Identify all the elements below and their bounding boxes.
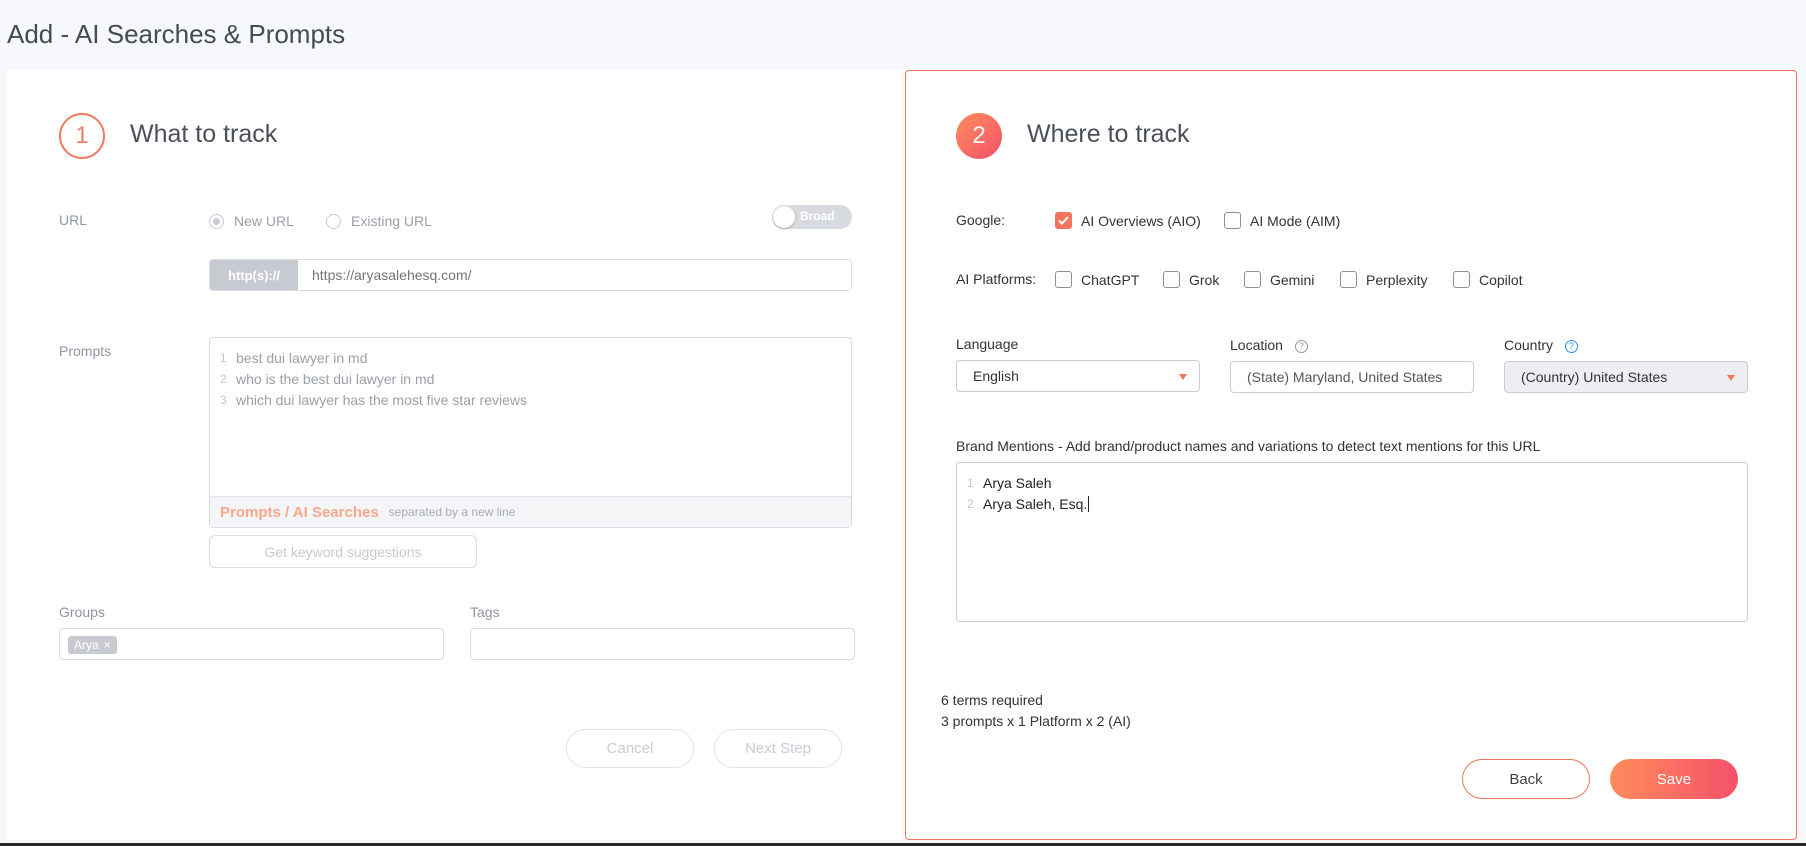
location-label: Location — [1230, 337, 1283, 353]
prompt-text: best dui lawyer in md — [236, 350, 368, 366]
help-icon[interactable]: ? — [1564, 339, 1578, 353]
check-icon — [1058, 216, 1069, 225]
editor-line: 3 which dui lawyer has the most five sta… — [220, 390, 841, 411]
checkbox-label: ChatGPT — [1081, 271, 1140, 288]
editor-line: 1 Arya Saleh — [967, 473, 1737, 494]
checkbox-box — [1340, 271, 1357, 288]
language-label: Language — [956, 336, 1019, 352]
next-step-button[interactable]: Next Step — [714, 729, 842, 768]
prompts-editor[interactable]: 1 best dui lawyer in md 2 who is the bes… — [209, 337, 852, 528]
caret-down-icon — [1727, 375, 1735, 381]
brand-mentions-label: Brand Mentions - Add brand/product names… — [956, 438, 1541, 454]
editor-line: 2 who is the best dui lawyer in md — [220, 369, 841, 390]
prompts-label: Prompts — [59, 343, 112, 359]
checkbox-ai-mode[interactable]: AI Mode (AIM) — [1224, 212, 1340, 229]
checkbox-label: Grok — [1189, 271, 1220, 288]
toggle-knob — [773, 206, 795, 228]
step-2-title: Where to track — [1027, 120, 1190, 148]
prompt-text: which dui lawyer has the most five star … — [236, 392, 527, 408]
checkbox-label: Gemini — [1270, 271, 1315, 288]
country-label: Country — [1504, 337, 1554, 353]
url-input[interactable] — [298, 260, 851, 290]
editor-line: 1 best dui lawyer in md — [220, 348, 841, 369]
radio-dot — [209, 213, 224, 229]
line-number: 3 — [220, 393, 227, 407]
line-number: 1 — [967, 476, 974, 490]
checkbox-label: AI Overviews (AIO) — [1081, 212, 1201, 229]
group-chip: Arya × — [68, 636, 117, 654]
checkbox-box — [1055, 212, 1072, 229]
language-value: English — [973, 368, 1019, 384]
country-value: (Country) United States — [1521, 369, 1668, 385]
radio-new-url-label: New URL — [234, 213, 294, 229]
prompts-editor-footer: Prompts / AI Searches separated by a new… — [210, 496, 851, 527]
country-label-wrap: Country ? — [1504, 337, 1578, 353]
step-1-title: What to track — [130, 120, 278, 148]
help-icon[interactable]: ? — [1294, 339, 1308, 353]
checkbox-ai-overviews[interactable]: AI Overviews (AIO) — [1055, 212, 1201, 229]
url-label: URL — [59, 212, 88, 228]
google-label: Google: — [956, 212, 1006, 228]
back-button[interactable]: Back — [1462, 759, 1590, 799]
location-label-wrap: Location ? — [1230, 337, 1308, 353]
checkbox-gemini[interactable]: Gemini — [1244, 271, 1314, 288]
tags-input[interactable] — [470, 628, 855, 660]
close-icon[interactable]: × — [104, 638, 111, 652]
step-2-badge: 2 — [956, 113, 1002, 159]
language-select[interactable]: English — [956, 360, 1200, 392]
radio-existing-url[interactable]: Existing URL — [326, 213, 432, 229]
checkbox-perplexity[interactable]: Perplexity — [1340, 271, 1427, 288]
brand-mentions-editor[interactable]: 1 Arya Saleh 2 Arya Saleh, Esq. — [956, 462, 1748, 622]
radio-existing-url-label: Existing URL — [351, 213, 432, 229]
checkbox-copilot[interactable]: Copilot — [1453, 271, 1523, 288]
cancel-button[interactable]: Cancel — [566, 729, 694, 768]
prompts-footer-title: Prompts / AI Searches — [220, 503, 379, 521]
checkbox-box — [1055, 271, 1072, 288]
radio-new-url[interactable]: New URL — [209, 213, 294, 229]
groups-label: Groups — [59, 604, 105, 620]
checkbox-label: AI Mode (AIM) — [1250, 212, 1341, 229]
checkbox-box — [1244, 271, 1261, 288]
terms-required-text: 6 terms required — [941, 692, 1043, 708]
ai-platforms-label: AI Platforms: — [956, 271, 1037, 287]
line-number: 1 — [220, 351, 227, 365]
location-value: (State) Maryland, United States — [1247, 369, 1443, 385]
checkbox-chatgpt[interactable]: ChatGPT — [1055, 271, 1139, 288]
prompts-footer-hint: separated by a new line — [388, 505, 516, 519]
checkbox-box — [1453, 271, 1470, 288]
broad-toggle[interactable]: Broad — [772, 205, 852, 229]
groups-input[interactable]: Arya × — [59, 628, 444, 660]
country-select[interactable]: (Country) United States — [1504, 361, 1748, 393]
page-title: Add - AI Searches & Prompts — [7, 19, 346, 49]
tags-label: Tags — [470, 604, 500, 620]
checkbox-box — [1224, 212, 1241, 229]
brand-text: Arya Saleh — [983, 475, 1052, 491]
radio-dot — [326, 213, 341, 229]
prompt-text: who is the best dui lawyer in md — [236, 371, 435, 387]
url-prefix: http(s):// — [210, 260, 298, 290]
checkbox-label: Copilot — [1479, 271, 1523, 288]
save-button[interactable]: Save — [1610, 759, 1738, 799]
editor-line: 2 Arya Saleh, Esq. — [967, 494, 1737, 515]
checkbox-grok[interactable]: Grok — [1163, 271, 1219, 288]
brand-text: Arya Saleh, Esq. — [983, 496, 1088, 512]
line-number: 2 — [220, 372, 227, 386]
line-number: 2 — [967, 497, 974, 511]
get-keyword-suggestions-button[interactable]: Get keyword suggestions — [209, 535, 477, 568]
url-input-group: http(s):// — [209, 259, 852, 291]
text-caret — [1088, 496, 1090, 512]
caret-down-icon — [1179, 374, 1187, 380]
group-chip-label: Arya — [74, 638, 99, 652]
terms-breakdown-text: 3 prompts x 1 Platform x 2 (AI) — [941, 713, 1131, 729]
step-1-badge: 1 — [59, 113, 105, 159]
location-input[interactable]: (State) Maryland, United States — [1230, 361, 1474, 393]
checkbox-box — [1163, 271, 1180, 288]
toggle-label: Broad — [800, 209, 835, 223]
checkbox-label: Perplexity — [1366, 271, 1428, 288]
